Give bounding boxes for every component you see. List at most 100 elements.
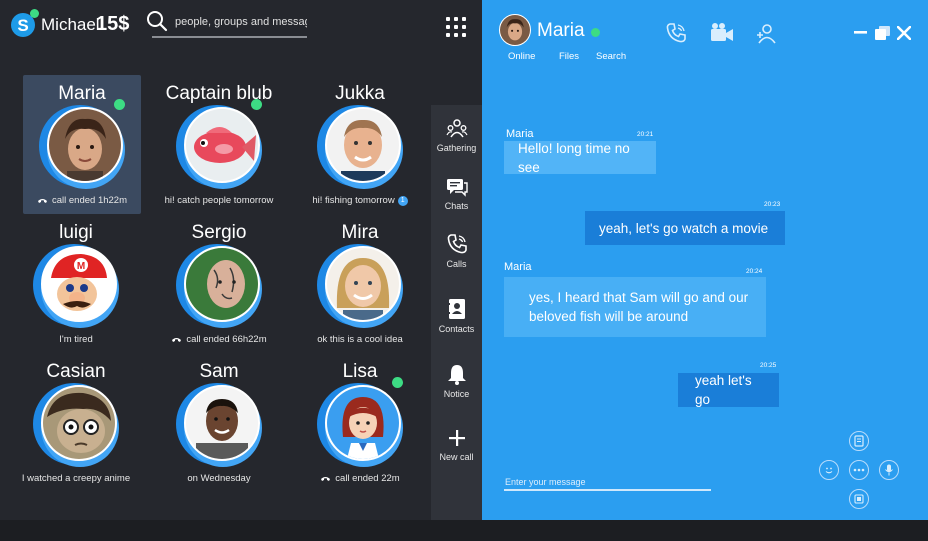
grid-dot-icon <box>462 17 466 21</box>
contacts-panel: S Michael 15$ Maria <box>0 0 482 520</box>
contact-status: hi! fishing tomorrow 1 <box>301 195 419 206</box>
avatar-image <box>325 385 401 461</box>
online-dot <box>392 377 403 388</box>
message-time: 20:21 <box>637 131 654 138</box>
video-call-icon[interactable] <box>710 22 734 44</box>
search-input[interactable] <box>175 12 307 32</box>
gathering-icon <box>445 119 468 138</box>
grid-dot-icon <box>446 33 450 37</box>
add-participant-icon[interactable] <box>755 22 777 44</box>
message-bubble[interactable]: yeah let's go <box>678 373 779 407</box>
tab-online[interactable]: Online <box>508 51 535 62</box>
search-icon[interactable] <box>146 10 168 32</box>
ellipsis-icon <box>853 468 865 472</box>
contact-status: on Wednesday <box>187 473 251 484</box>
contact-name: Jukka <box>335 83 385 104</box>
phone-icon <box>172 338 182 342</box>
avatar-image <box>47 107 123 183</box>
chats-icon <box>446 179 468 197</box>
message-time: 20:23 <box>764 201 781 208</box>
nav-chats[interactable]: Chats <box>431 177 482 211</box>
grid-dot-icon <box>454 33 458 37</box>
contact-card-casian[interactable]: Casian I watched a creepy anime <box>17 353 135 492</box>
plus-icon <box>448 430 465 446</box>
online-dot <box>114 99 125 110</box>
grid-dot-icon <box>462 33 466 37</box>
apps-grid-button[interactable] <box>446 17 466 37</box>
restore-icon[interactable] <box>875 26 890 40</box>
contact-card-lisa[interactable]: Lisa call ended 22m <box>301 353 419 492</box>
message-input-underline <box>504 489 711 491</box>
avatar <box>317 105 403 189</box>
contact-card-sergio[interactable]: Sergio call ended 66h22m <box>160 214 278 353</box>
attach-file-button[interactable] <box>849 431 869 451</box>
avatar-image <box>184 107 260 183</box>
file-icon <box>854 435 864 447</box>
more-options-button[interactable] <box>849 460 869 480</box>
smiley-icon <box>825 467 833 474</box>
chat-contact-name: Maria <box>537 20 585 41</box>
avatar <box>33 383 119 467</box>
contacts-icon <box>447 299 465 319</box>
message-time: 20:25 <box>760 362 777 369</box>
phone-icon <box>321 477 331 481</box>
contact-status: hi! catch people tomorrow <box>164 195 274 206</box>
message-sender: Maria <box>504 261 532 273</box>
close-icon[interactable] <box>897 26 911 40</box>
message-time: 20:24 <box>746 268 763 275</box>
contact-card-maria[interactable]: Maria call ended 1h22m <box>23 75 141 214</box>
nav-gathering[interactable]: Gathering <box>431 117 482 153</box>
svg-text:M: M <box>77 261 85 272</box>
contact-card-luigi[interactable]: luigi M I'm tired <box>17 214 135 353</box>
avatar <box>317 244 403 328</box>
user-name: Michael <box>41 15 100 34</box>
contact-status: I'm tired <box>59 334 93 345</box>
avatar-image <box>184 385 260 461</box>
emoji-button[interactable] <box>819 460 839 480</box>
contact-name: Sam <box>199 361 239 382</box>
contact-status: call ended 66h22m <box>160 334 278 345</box>
message-bubble[interactable]: Hello! long time no see <box>504 141 656 175</box>
contact-name: Casian <box>46 361 106 382</box>
tab-search[interactable]: Search <box>596 51 626 62</box>
unread-badge: 1 <box>397 196 408 206</box>
contact-name: Sergio <box>191 222 247 243</box>
voice-message-button[interactable] <box>879 460 899 480</box>
contact-card-jukka[interactable]: Jukka hi! fishing tomorrow 1 <box>301 75 419 214</box>
minimize-icon[interactable] <box>854 31 867 34</box>
nav-calls[interactable]: Calls <box>431 233 482 269</box>
nav-notice[interactable]: Notice <box>431 363 482 399</box>
contact-status: call ended 22m <box>301 473 419 484</box>
nav-contacts[interactable]: Contacts <box>431 298 482 334</box>
chat-panel: Maria Online Files Search Maria 20:21 He… <box>482 0 928 520</box>
svg-text:S: S <box>17 16 28 35</box>
avatar: M <box>33 244 119 328</box>
avatar-image <box>184 246 260 322</box>
microphone-icon <box>885 464 893 476</box>
grid-dot-icon <box>446 17 450 21</box>
contact-status: ok this is a cool idea <box>317 334 403 345</box>
top-bar: S Michael 15$ <box>0 0 482 52</box>
message-bubble[interactable]: yeah, let's go watch a movie <box>585 211 785 245</box>
chat-online-dot <box>591 28 600 37</box>
user-online-dot <box>30 9 39 18</box>
tab-files[interactable]: Files <box>559 51 579 62</box>
online-dot <box>251 99 262 110</box>
nav-new-call[interactable]: New call <box>431 428 482 462</box>
avatar <box>176 383 262 467</box>
contact-card-captain-blub[interactable]: Captain blub hi! catch people tomorrow <box>160 75 278 214</box>
contact-card-sam[interactable]: Sam on Wednesday <box>160 353 278 492</box>
avatar <box>176 105 262 189</box>
avatar-image <box>325 107 401 183</box>
search-underline <box>152 36 307 38</box>
contact-card-mira[interactable]: Mira ok this is a cool idea <box>301 214 419 353</box>
avatar-image <box>41 385 117 461</box>
bottom-frame <box>0 520 928 541</box>
grid-dot-icon <box>446 25 450 29</box>
avatar <box>176 244 262 328</box>
avatar-image: M <box>41 246 117 322</box>
chat-contact-avatar[interactable] <box>499 14 531 46</box>
send-media-button[interactable] <box>849 489 869 509</box>
message-bubble[interactable]: yes, I heard that Sam will go and our be… <box>504 277 766 337</box>
voice-call-icon[interactable] <box>665 22 687 44</box>
